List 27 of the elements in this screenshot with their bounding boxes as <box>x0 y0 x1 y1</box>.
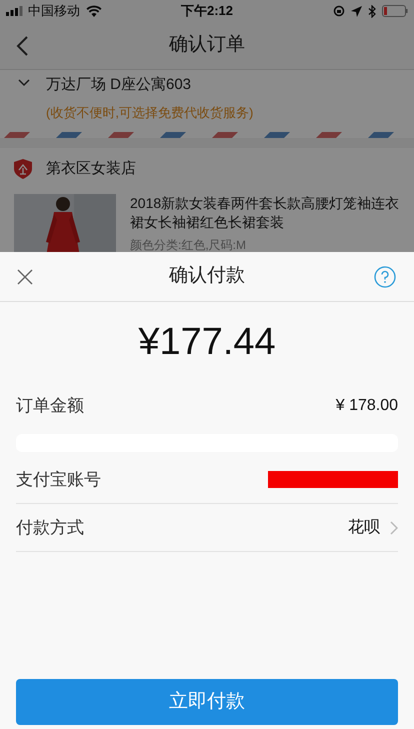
chevron-down-icon <box>18 79 30 87</box>
product-title: 2018新款女装春两件套长款高腰灯笼袖连衣裙女长袖裙红色长裙套装 <box>130 194 400 232</box>
close-icon[interactable] <box>17 268 33 284</box>
payment-amount: ¥177.44 <box>138 320 276 364</box>
delivery-note: (收货不便时,可选择免费代收货服务) <box>46 104 254 122</box>
rotation-lock-icon <box>333 5 345 17</box>
pay-now-button[interactable]: 立即付款 <box>16 679 398 725</box>
row-value: 花呗 <box>348 518 380 538</box>
battery-icon <box>382 5 408 17</box>
row-label: 支付宝账号 <box>16 468 101 491</box>
shield-icon <box>14 159 32 179</box>
bluetooth-icon <box>368 4 376 18</box>
row-label: 订单金额 <box>16 395 84 418</box>
signal-icon <box>6 6 24 16</box>
back-icon[interactable] <box>16 36 28 56</box>
location-arrow-icon <box>351 6 362 16</box>
store-name: 第衣区女装店 <box>46 158 136 179</box>
row-label: 付款方式 <box>16 516 84 539</box>
page-title: 确认订单 <box>169 33 245 58</box>
status-time: 下午2:12 <box>180 2 234 20</box>
address-line: 万达厂场 D座公寓603 <box>46 75 192 95</box>
wifi-icon <box>86 5 102 17</box>
help-icon[interactable] <box>374 266 396 288</box>
sheet-title: 确认付款 <box>169 264 245 288</box>
product-spec: 颜色分类:红色,尺码:M <box>130 237 247 254</box>
row-value: ¥ 178.00 <box>336 396 398 416</box>
carrier-name: 中国移动 <box>28 2 80 20</box>
